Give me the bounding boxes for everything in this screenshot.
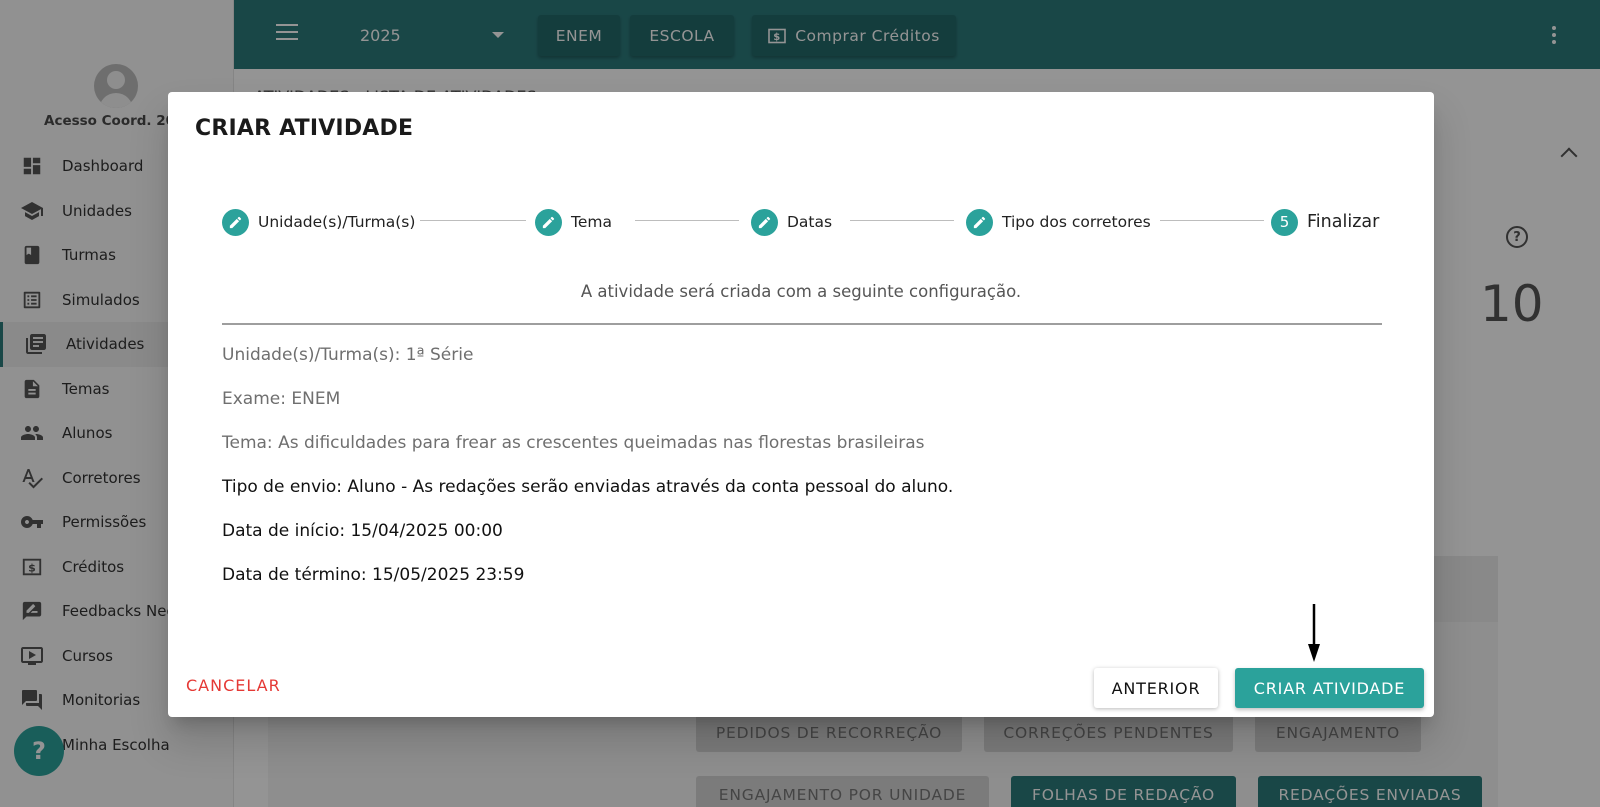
dialog-subtitle: A atividade será criada com a seguinte c… [580, 282, 1022, 301]
step-label: Datas [787, 213, 833, 231]
edit-icon [535, 208, 562, 236]
create-activity-button-label: CRIAR ATIVIDADE [1253, 678, 1406, 698]
step-finalizar[interactable]: 5 Finalizar [1271, 208, 1379, 236]
step-connector [1160, 220, 1264, 221]
edit-icon [966, 208, 993, 236]
edit-icon [751, 208, 778, 236]
step-connector [420, 220, 526, 221]
summary-start-date: Data de início: 15/04/2025 00:00 [222, 521, 503, 541]
summary-send-type: Tipo de envio: Aluno - As redações serão… [222, 477, 954, 497]
previous-button-label: ANTERIOR [1111, 678, 1201, 698]
summary-units: Unidade(s)/Turma(s): 1ª Série [222, 345, 474, 365]
step-label: Tipo dos corretores [1002, 213, 1151, 231]
cancel-button-label: CANCELAR [186, 675, 281, 695]
arrow-down-icon [1308, 604, 1320, 662]
step-tema[interactable]: Tema [535, 208, 612, 236]
step-datas[interactable]: Datas [751, 208, 832, 236]
step-label: Unidade(s)/Turma(s) [258, 213, 416, 231]
step-label: Finalizar [1307, 212, 1380, 232]
step-label: Tema [571, 213, 612, 231]
divider [222, 323, 1382, 325]
cancel-button[interactable]: CANCELAR [184, 667, 283, 703]
summary-exam: Exame: ENEM [222, 389, 341, 409]
step-connector [850, 220, 954, 221]
step-tipo-corretores[interactable]: Tipo dos corretores [966, 208, 1151, 236]
step-number: 5 [1271, 208, 1298, 236]
step-unidades[interactable]: Unidade(s)/Turma(s) [222, 208, 415, 236]
step-connector [635, 220, 739, 221]
edit-icon [222, 208, 249, 236]
dialog-title: CRIAR ATIVIDADE [195, 116, 414, 141]
create-activity-dialog: CRIAR ATIVIDADE Unidade(s)/Turma(s) Tema… [168, 92, 1434, 717]
previous-button[interactable]: ANTERIOR [1094, 668, 1218, 708]
create-activity-button[interactable]: CRIAR ATIVIDADE [1235, 668, 1424, 708]
summary-end-date: Data de término: 15/05/2025 23:59 [222, 565, 525, 585]
summary-theme: Tema: As dificuldades para frear as cres… [222, 433, 925, 453]
